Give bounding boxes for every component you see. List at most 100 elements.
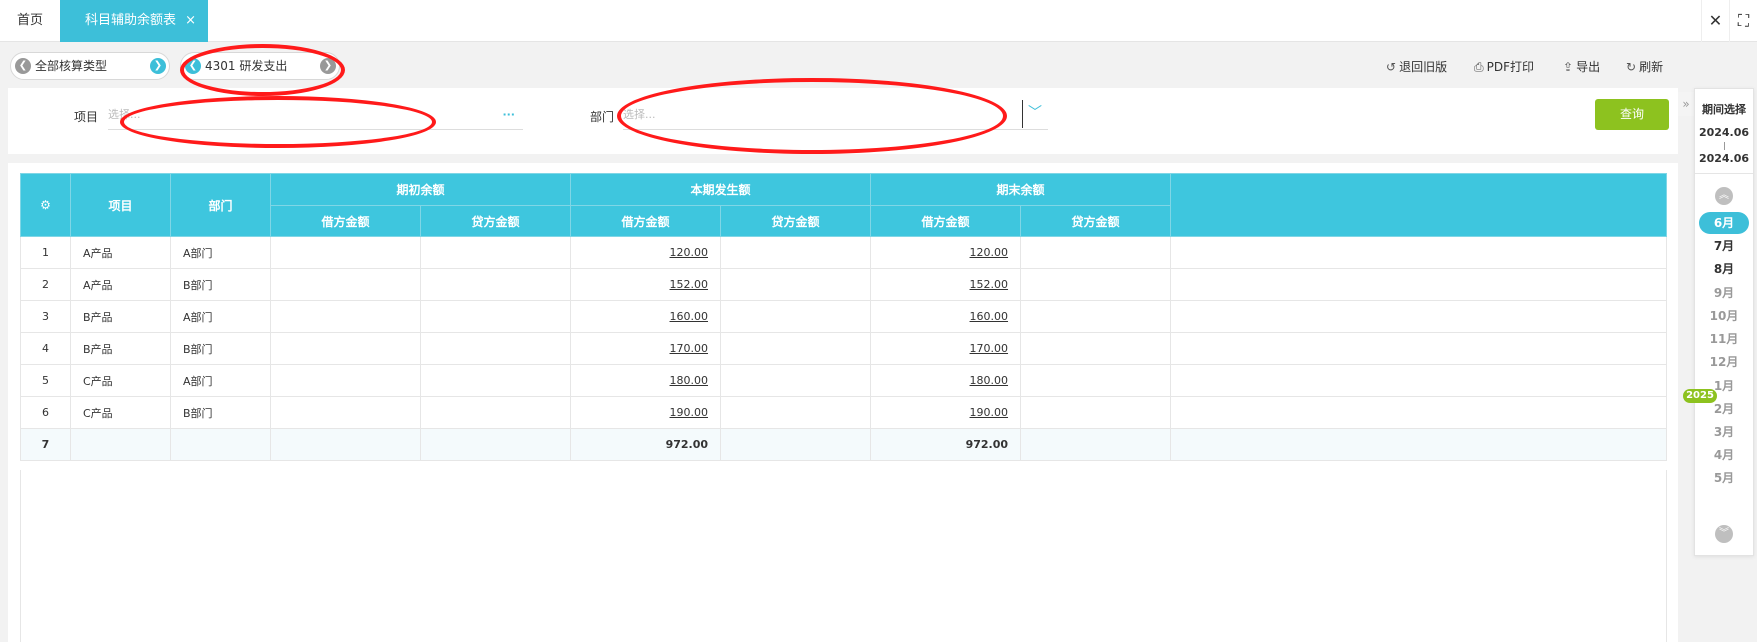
row-closing-debit[interactable]: 190.00 bbox=[870, 396, 1022, 429]
period-title: 期间选择 bbox=[1702, 103, 1746, 116]
row-closing-debit[interactable]: 152.00 bbox=[870, 268, 1022, 301]
col-dept: 部门 bbox=[170, 173, 271, 237]
month-11[interactable]: 11月 bbox=[1699, 328, 1749, 350]
col-opening: 期初余额 bbox=[269, 173, 572, 206]
toolbar: ❮ 全部核算类型 ❯ ❮ 4301 研发支出 ❯ ↺ 退回旧版 ⎙ PDF打印 ⇪ 导… bbox=[0, 42, 1757, 88]
period-separator bbox=[1724, 142, 1725, 150]
tab-account-aux-balance[interactable]: 科目辅助余额表 × bbox=[60, 0, 208, 42]
row-current-debit[interactable]: 120.00 bbox=[570, 236, 722, 269]
scroll-down-icon[interactable]: ︾ bbox=[1715, 525, 1733, 543]
row-current-debit[interactable]: 160.00 bbox=[570, 300, 722, 333]
chevron-left-icon[interactable]: ❮ bbox=[185, 58, 201, 74]
chevron-right-icon[interactable]: ❯ bbox=[150, 58, 166, 74]
table-row: 2 A产品 B部门 152.00 152.00 bbox=[20, 268, 1667, 301]
accounting-type-selector[interactable]: ❮ 全部核算类型 ❯ bbox=[10, 52, 170, 80]
row-current-debit[interactable]: 180.00 bbox=[570, 364, 722, 397]
month-4[interactable]: 4月 bbox=[1699, 444, 1749, 466]
refresh-label: 刷新 bbox=[1639, 60, 1664, 74]
tab-bar: 首页 科目辅助余额表 × ✕ ⛶ bbox=[0, 0, 1757, 42]
table-row: 1 A产品 A部门 120.00 120.00 bbox=[20, 236, 1667, 269]
account-label: 4301 研发支出 bbox=[205, 59, 288, 73]
table-row: 4 B产品 B部门 170.00 170.00 bbox=[20, 332, 1667, 365]
scroll-up-icon[interactable]: ︽ bbox=[1715, 187, 1733, 205]
total-current-debit: 972.00 bbox=[570, 428, 722, 461]
balance-table: ⚙ 项目 部门 期初余额 本期发生额 期末余额 借方金额 贷方金额 借方金额 贷… bbox=[20, 173, 1667, 461]
export-label: 导出 bbox=[1576, 60, 1601, 74]
period-panel: 期间选择 2024.06 2024.06 ︽ 6月 7月 8月 9月 10月 1… bbox=[1694, 88, 1754, 556]
row-number: 4 bbox=[20, 332, 71, 365]
month-6[interactable]: 6月 bbox=[1699, 212, 1749, 234]
chevron-left-icon[interactable]: ❮ bbox=[15, 58, 31, 74]
chevron-right-icon[interactable]: ❯ bbox=[320, 58, 336, 74]
row-project: A产品 bbox=[70, 236, 171, 269]
row-number: 6 bbox=[20, 396, 71, 429]
month-8[interactable]: 8月 bbox=[1699, 258, 1749, 280]
row-number: 5 bbox=[20, 364, 71, 397]
print-icon: ⎙ bbox=[1474, 60, 1484, 74]
period-divider bbox=[1695, 173, 1753, 174]
col-closing-debit: 借方金额 bbox=[870, 205, 1022, 237]
row-number: 3 bbox=[20, 300, 71, 333]
period-end[interactable]: 2024.06 bbox=[1695, 152, 1753, 165]
col-current-debit: 借方金额 bbox=[570, 205, 722, 237]
row-number: 1 bbox=[20, 236, 71, 269]
row-dept: A部门 bbox=[170, 364, 271, 397]
total-row-number: 7 bbox=[20, 428, 71, 461]
row-closing-debit[interactable]: 170.00 bbox=[870, 332, 1022, 365]
close-icon[interactable]: ✕ bbox=[1701, 0, 1729, 42]
tab-close-icon[interactable]: × bbox=[185, 0, 196, 42]
more-icon[interactable]: ··· bbox=[502, 100, 515, 130]
month-7[interactable]: 7月 bbox=[1699, 235, 1749, 257]
dept-input[interactable]: 选择... bbox=[623, 100, 1048, 130]
row-dept: B部门 bbox=[170, 268, 271, 301]
project-input[interactable]: 选择... ··· bbox=[108, 100, 523, 130]
dept-label: 部门 bbox=[590, 110, 615, 124]
row-dept: B部门 bbox=[170, 332, 271, 365]
total-row: 7 972.00 972.00 bbox=[20, 428, 1667, 461]
row-closing-debit[interactable]: 120.00 bbox=[870, 236, 1022, 269]
col-current-credit: 贷方金额 bbox=[720, 205, 872, 237]
row-closing-debit[interactable]: 160.00 bbox=[870, 300, 1022, 333]
dept-placeholder: 选择... bbox=[623, 108, 656, 121]
month-3[interactable]: 3月 bbox=[1699, 421, 1749, 443]
row-closing-debit[interactable]: 180.00 bbox=[870, 364, 1022, 397]
query-button[interactable]: 查询 bbox=[1595, 99, 1669, 130]
collapse-panel-icon[interactable]: » bbox=[1678, 92, 1694, 116]
row-number: 2 bbox=[20, 268, 71, 301]
row-project: B产品 bbox=[70, 300, 171, 333]
col-opening-debit: 借方金额 bbox=[270, 205, 421, 237]
month-9[interactable]: 9月 bbox=[1699, 282, 1749, 304]
fullscreen-icon[interactable]: ⛶ bbox=[1729, 0, 1757, 42]
table-row: 3 B产品 A部门 160.00 160.00 bbox=[20, 300, 1667, 333]
row-project: A产品 bbox=[70, 268, 171, 301]
tab-home[interactable]: 首页 bbox=[0, 0, 60, 42]
old-version-button[interactable]: ↺ 退回旧版 bbox=[1386, 58, 1447, 75]
month-10[interactable]: 10月 bbox=[1699, 305, 1749, 327]
chevron-down-icon[interactable]: ﹀ bbox=[1028, 102, 1042, 122]
row-dept: A部门 bbox=[170, 236, 271, 269]
tab-label: 科目辅助余额表 bbox=[85, 13, 177, 28]
table-row: 5 C产品 A部门 180.00 180.00 bbox=[20, 364, 1667, 397]
accounting-type-label: 全部核算类型 bbox=[35, 59, 108, 73]
refresh-icon: ↻ bbox=[1626, 60, 1637, 74]
settings-icon[interactable]: ⚙ bbox=[20, 173, 71, 237]
row-current-debit[interactable]: 152.00 bbox=[570, 268, 722, 301]
input-cursor bbox=[1022, 100, 1023, 128]
total-closing-debit: 972.00 bbox=[870, 428, 1022, 461]
month-5[interactable]: 5月 bbox=[1699, 467, 1749, 489]
row-current-debit[interactable]: 190.00 bbox=[570, 396, 722, 429]
export-button[interactable]: ⇪ 导出 bbox=[1563, 58, 1600, 75]
refresh-button[interactable]: ↻ 刷新 bbox=[1626, 58, 1663, 75]
year-badge: 2025 bbox=[1683, 389, 1717, 403]
row-dept: A部门 bbox=[170, 300, 271, 333]
row-current-debit[interactable]: 170.00 bbox=[570, 332, 722, 365]
project-placeholder: 选择... bbox=[108, 108, 141, 121]
col-project: 项目 bbox=[70, 173, 171, 237]
table-empty-area bbox=[20, 470, 1667, 642]
month-12[interactable]: 12月 bbox=[1699, 351, 1749, 373]
account-selector[interactable]: ❮ 4301 研发支出 ❯ bbox=[180, 52, 340, 80]
pdf-print-button[interactable]: ⎙ PDF打印 bbox=[1474, 58, 1534, 75]
period-start[interactable]: 2024.06 bbox=[1695, 126, 1753, 139]
row-dept: B部门 bbox=[170, 396, 271, 429]
row-project: C产品 bbox=[70, 364, 171, 397]
